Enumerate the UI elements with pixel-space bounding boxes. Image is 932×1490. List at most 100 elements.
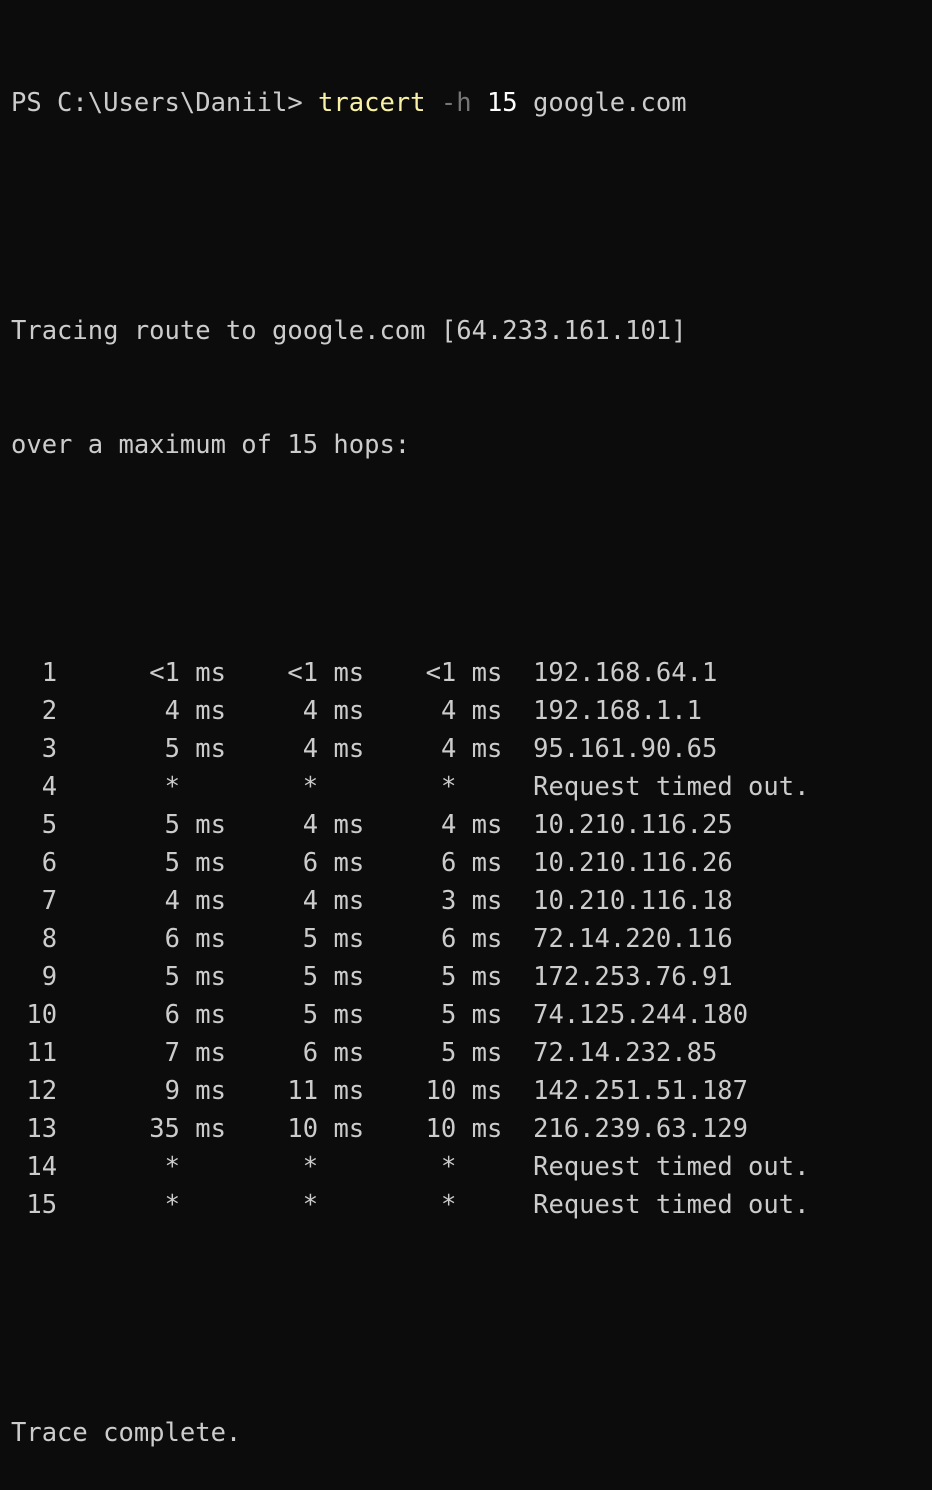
hop-row: 12 9 ms 11 ms 10 ms 142.251.51.187 [11, 1072, 809, 1110]
hop-time-1: 5 ms [164, 848, 226, 878]
hop-time-3: 6 ms [440, 848, 503, 878]
hop-time-2: 6 ms [302, 848, 365, 878]
hop-time-2: 11 ms [287, 1076, 365, 1106]
hop-number: 3 [41, 734, 58, 764]
hop-number: 10 [26, 1000, 58, 1030]
hop-host: Request timed out. [533, 772, 810, 802]
hop-number: 4 [41, 772, 58, 802]
hop-row: 9 5 ms 5 ms 5 ms 172.253.76.91 [11, 958, 809, 996]
hop-row: 1 <1 ms <1 ms <1 ms 192.168.64.1 [11, 654, 809, 692]
hop-host: 216.239.63.129 [533, 1114, 748, 1144]
hop-row: 15 * * * Request timed out. [11, 1186, 809, 1224]
hop-number: 2 [41, 696, 58, 726]
hop-list: 1 <1 ms <1 ms <1 ms 192.168.64.1 2 4 ms … [11, 654, 809, 1224]
hop-time-2: 5 ms [302, 1000, 365, 1030]
hop-host: 192.168.64.1 [533, 658, 718, 688]
hop-host: 95.161.90.65 [533, 734, 718, 764]
hop-time-3: 5 ms [440, 962, 503, 992]
hop-host: 192.168.1.1 [533, 696, 702, 726]
hop-time-2: * [302, 1152, 319, 1182]
hop-row: 2 4 ms 4 ms 4 ms 192.168.1.1 [11, 692, 809, 730]
hop-time-3: 3 ms [440, 886, 503, 916]
hop-time-3: * [440, 772, 457, 802]
hop-number: 12 [26, 1076, 58, 1106]
hop-host: 142.251.51.187 [533, 1076, 749, 1106]
hop-host: 10.210.116.26 [533, 848, 733, 878]
terminal-output[interactable]: PS C:\Users\Daniil> tracert -h 15 google… [11, 8, 809, 1490]
hop-row: 11 7 ms 6 ms 5 ms 72.14.232.85 [11, 1034, 809, 1072]
hop-row: 13 35 ms 10 ms 10 ms 216.239.63.129 [11, 1110, 809, 1148]
command-target: google.com [533, 88, 687, 118]
hop-time-1: 7 ms [164, 1038, 226, 1068]
command-line: PS C:\Users\Daniil> tracert -h 15 google… [11, 84, 809, 122]
hop-host: 72.14.232.85 [533, 1038, 718, 1068]
hop-host: 10.210.116.18 [533, 886, 733, 916]
hop-host: Request timed out. [533, 1152, 810, 1182]
hop-time-3: 4 ms [440, 734, 503, 764]
hop-host: 72.14.220.116 [533, 924, 733, 954]
hop-number: 5 [41, 810, 58, 840]
hop-time-3: 6 ms [440, 924, 503, 954]
hop-time-1: 5 ms [164, 962, 226, 992]
hop-row: 14 * * * Request timed out. [11, 1148, 809, 1186]
hop-host: 74.125.244.180 [533, 1000, 749, 1030]
hop-time-2: 5 ms [302, 962, 365, 992]
hop-number: 11 [26, 1038, 58, 1068]
hop-row: 10 6 ms 5 ms 5 ms 74.125.244.180 [11, 996, 809, 1034]
hop-time-1: 4 ms [164, 886, 226, 916]
tracing-header-line1: Tracing route to google.com [64.233.161.… [11, 316, 687, 346]
hop-number: 14 [26, 1152, 58, 1182]
hop-row: 4 * * * Request timed out. [11, 768, 810, 806]
tracing-header-line2: over a maximum of 15 hops: [11, 430, 411, 460]
hop-time-3: 5 ms [440, 1000, 503, 1030]
hop-time-1: 35 ms [149, 1114, 226, 1144]
hop-time-3: 4 ms [440, 696, 503, 726]
command-flag: -h [440, 88, 472, 118]
hop-row: 5 5 ms 4 ms 4 ms 10.210.116.25 [11, 806, 809, 844]
hop-time-3: <1 ms [425, 658, 503, 688]
hop-number: 1 [41, 658, 58, 688]
hop-time-2: 4 ms [302, 886, 365, 916]
hop-row: 6 5 ms 6 ms 6 ms 10.210.116.26 [11, 844, 809, 882]
hop-number: 8 [41, 924, 58, 954]
hop-time-1: * [164, 1152, 180, 1182]
hop-number: 9 [41, 962, 58, 992]
hop-number: 13 [26, 1114, 58, 1144]
hop-time-2: 4 ms [302, 696, 365, 726]
hop-row: 3 5 ms 4 ms 4 ms 95.161.90.65 [11, 730, 809, 768]
trace-complete-line: Trace complete. [11, 1418, 242, 1448]
hop-time-2: * [302, 772, 319, 802]
hop-time-3: 4 ms [440, 810, 503, 840]
hop-time-3: * [440, 1152, 457, 1182]
hop-time-1: 6 ms [164, 924, 226, 954]
prompt-text: PS C:\Users\Daniil> [11, 88, 319, 118]
hop-time-3: 10 ms [425, 1114, 503, 1144]
hop-time-1: 4 ms [164, 696, 226, 726]
hop-time-2: * [302, 1190, 319, 1220]
hop-host: 172.253.76.91 [533, 962, 733, 992]
hop-number: 7 [41, 886, 58, 916]
hop-row: 7 4 ms 4 ms 3 ms 10.210.116.18 [11, 882, 809, 920]
hop-time-2: 4 ms [302, 734, 365, 764]
hop-time-3: * [440, 1190, 457, 1220]
hop-time-1: 6 ms [164, 1000, 226, 1030]
hop-time-3: 10 ms [425, 1076, 503, 1106]
hop-time-2: 10 ms [287, 1114, 365, 1144]
hop-host: 10.210.116.25 [533, 810, 733, 840]
hop-row: 8 6 ms 5 ms 6 ms 72.14.220.116 [11, 920, 809, 958]
hop-number: 15 [26, 1190, 58, 1220]
hop-number: 6 [41, 848, 58, 878]
hop-time-1: * [164, 1190, 180, 1220]
command-hop-count: 15 [486, 88, 518, 118]
hop-time-1: 5 ms [164, 810, 226, 840]
hop-time-2: <1 ms [287, 658, 365, 688]
hop-time-2: 4 ms [302, 810, 365, 840]
hop-time-1: * [164, 772, 180, 802]
hop-time-1: 5 ms [164, 734, 226, 764]
command-name: tracert [318, 88, 426, 118]
hop-time-2: 5 ms [302, 924, 365, 954]
hop-time-3: 5 ms [440, 1038, 503, 1068]
